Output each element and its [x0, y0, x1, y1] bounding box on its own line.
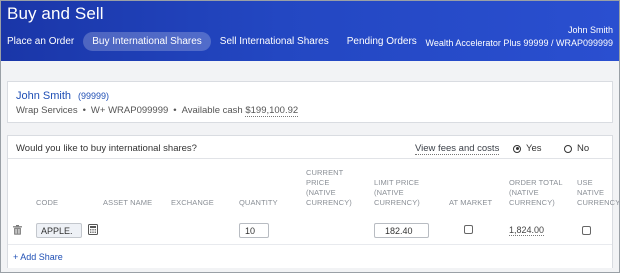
header-use-native-currency: USE NATIVE CURRENCY	[577, 178, 620, 208]
view-fees-link[interactable]: View fees and costs	[415, 143, 500, 155]
header-exchange: EXCHANGE	[171, 198, 214, 207]
page-title: Buy and Sell	[7, 4, 104, 23]
header-use-native-line: USE	[577, 178, 593, 187]
trash-icon[interactable]	[13, 225, 22, 235]
header-order-total-line: (NATIVE	[509, 188, 539, 197]
add-share-button[interactable]: + Add Share	[13, 252, 63, 262]
radio-yes-indicator[interactable]	[513, 144, 521, 153]
service-label: Wrap Services	[16, 105, 78, 116]
calculator-icon[interactable]	[88, 224, 98, 235]
header-quantity: QUANTITY	[239, 198, 278, 207]
header-code: CODE	[36, 198, 59, 207]
header-current-price-line: CURRENT	[306, 168, 344, 177]
client-name[interactable]: John Smith	[16, 90, 71, 102]
header-current-price-line: CURRENCY)	[306, 198, 352, 207]
cash-label: Available cash	[181, 105, 243, 116]
header-use-native-line: NATIVE	[577, 188, 605, 197]
header-limit-price-line: (NATIVE	[374, 188, 404, 197]
at-market-checkbox[interactable]	[464, 225, 473, 234]
header-order-total-line: ORDER TOTAL	[509, 178, 563, 187]
use-native-currency-checkbox[interactable]	[582, 226, 591, 235]
header-limit-price-line: LIMIT PRICE	[374, 178, 420, 187]
account-label: W+ WRAP099999	[90, 105, 169, 116]
header-current-price: CURRENT PRICE (NATIVE CURRENCY)	[306, 168, 352, 208]
header-use-native-line: CURRENCY	[577, 198, 620, 207]
header-order-total: ORDER TOTAL (NATIVE CURRENCY)	[509, 178, 563, 208]
tab-sell-international-shares[interactable]: Sell International Shares	[211, 32, 338, 51]
order-total-value: 1,824.00	[509, 225, 545, 236]
radio-no[interactable]: No	[564, 143, 589, 154]
client-id[interactable]: (99999)	[78, 91, 109, 101]
tab-place-order[interactable]: Place an Order	[1, 32, 83, 51]
header-limit-price-line: CURRENCY)	[374, 198, 420, 207]
quantity-input[interactable]: 10	[239, 223, 269, 238]
radio-no-indicator[interactable]	[564, 144, 572, 153]
tab-pending-orders[interactable]: Pending Orders	[338, 32, 426, 51]
tab-buy-international-shares[interactable]: Buy International Shares	[83, 31, 211, 51]
row-divider	[8, 244, 612, 245]
share-code-field[interactable]: APPLE.	[36, 223, 82, 238]
user-name: John Smith	[567, 25, 613, 35]
header-current-price-line: PRICE	[306, 178, 330, 187]
header-order-total-line: CURRENCY)	[509, 198, 555, 207]
order-card: Would you like to buy international shar…	[7, 135, 619, 268]
tab-bar: Place an Order Buy International Shares …	[1, 30, 426, 52]
app-window: Buy and Sell Place an Order Buy Internat…	[0, 0, 620, 273]
limit-price-input[interactable]: 182.40	[374, 223, 429, 238]
header-at-market: AT MARKET	[449, 198, 493, 207]
cash-value: $199,100.92	[245, 105, 299, 117]
header-asset-name: ASSET NAME	[103, 198, 153, 207]
account-line: Wealth Accelerator Plus 99999 / WRAP0999…	[425, 38, 613, 48]
page-header: Buy and Sell Place an Order Buy Internat…	[1, 1, 619, 61]
client-card: John Smith (99999) Wrap Services • W+ WRAP…	[7, 81, 613, 123]
header-current-price-line: (NATIVE	[306, 188, 336, 197]
question-bar: Would you like to buy international shar…	[8, 136, 612, 159]
buy-international-question: Would you like to buy international shar…	[16, 143, 197, 154]
radio-no-label: No	[577, 143, 590, 154]
radio-yes[interactable]: Yes	[513, 143, 542, 154]
client-meta: Wrap Services • W+ WRAP099999 • Available ca…	[16, 105, 299, 117]
radio-yes-label: Yes	[526, 143, 542, 154]
header-limit-price: LIMIT PRICE (NATIVE CURRENCY)	[374, 178, 420, 208]
user-info: John Smith Wealth Accelerator Plus 99999…	[426, 24, 613, 50]
